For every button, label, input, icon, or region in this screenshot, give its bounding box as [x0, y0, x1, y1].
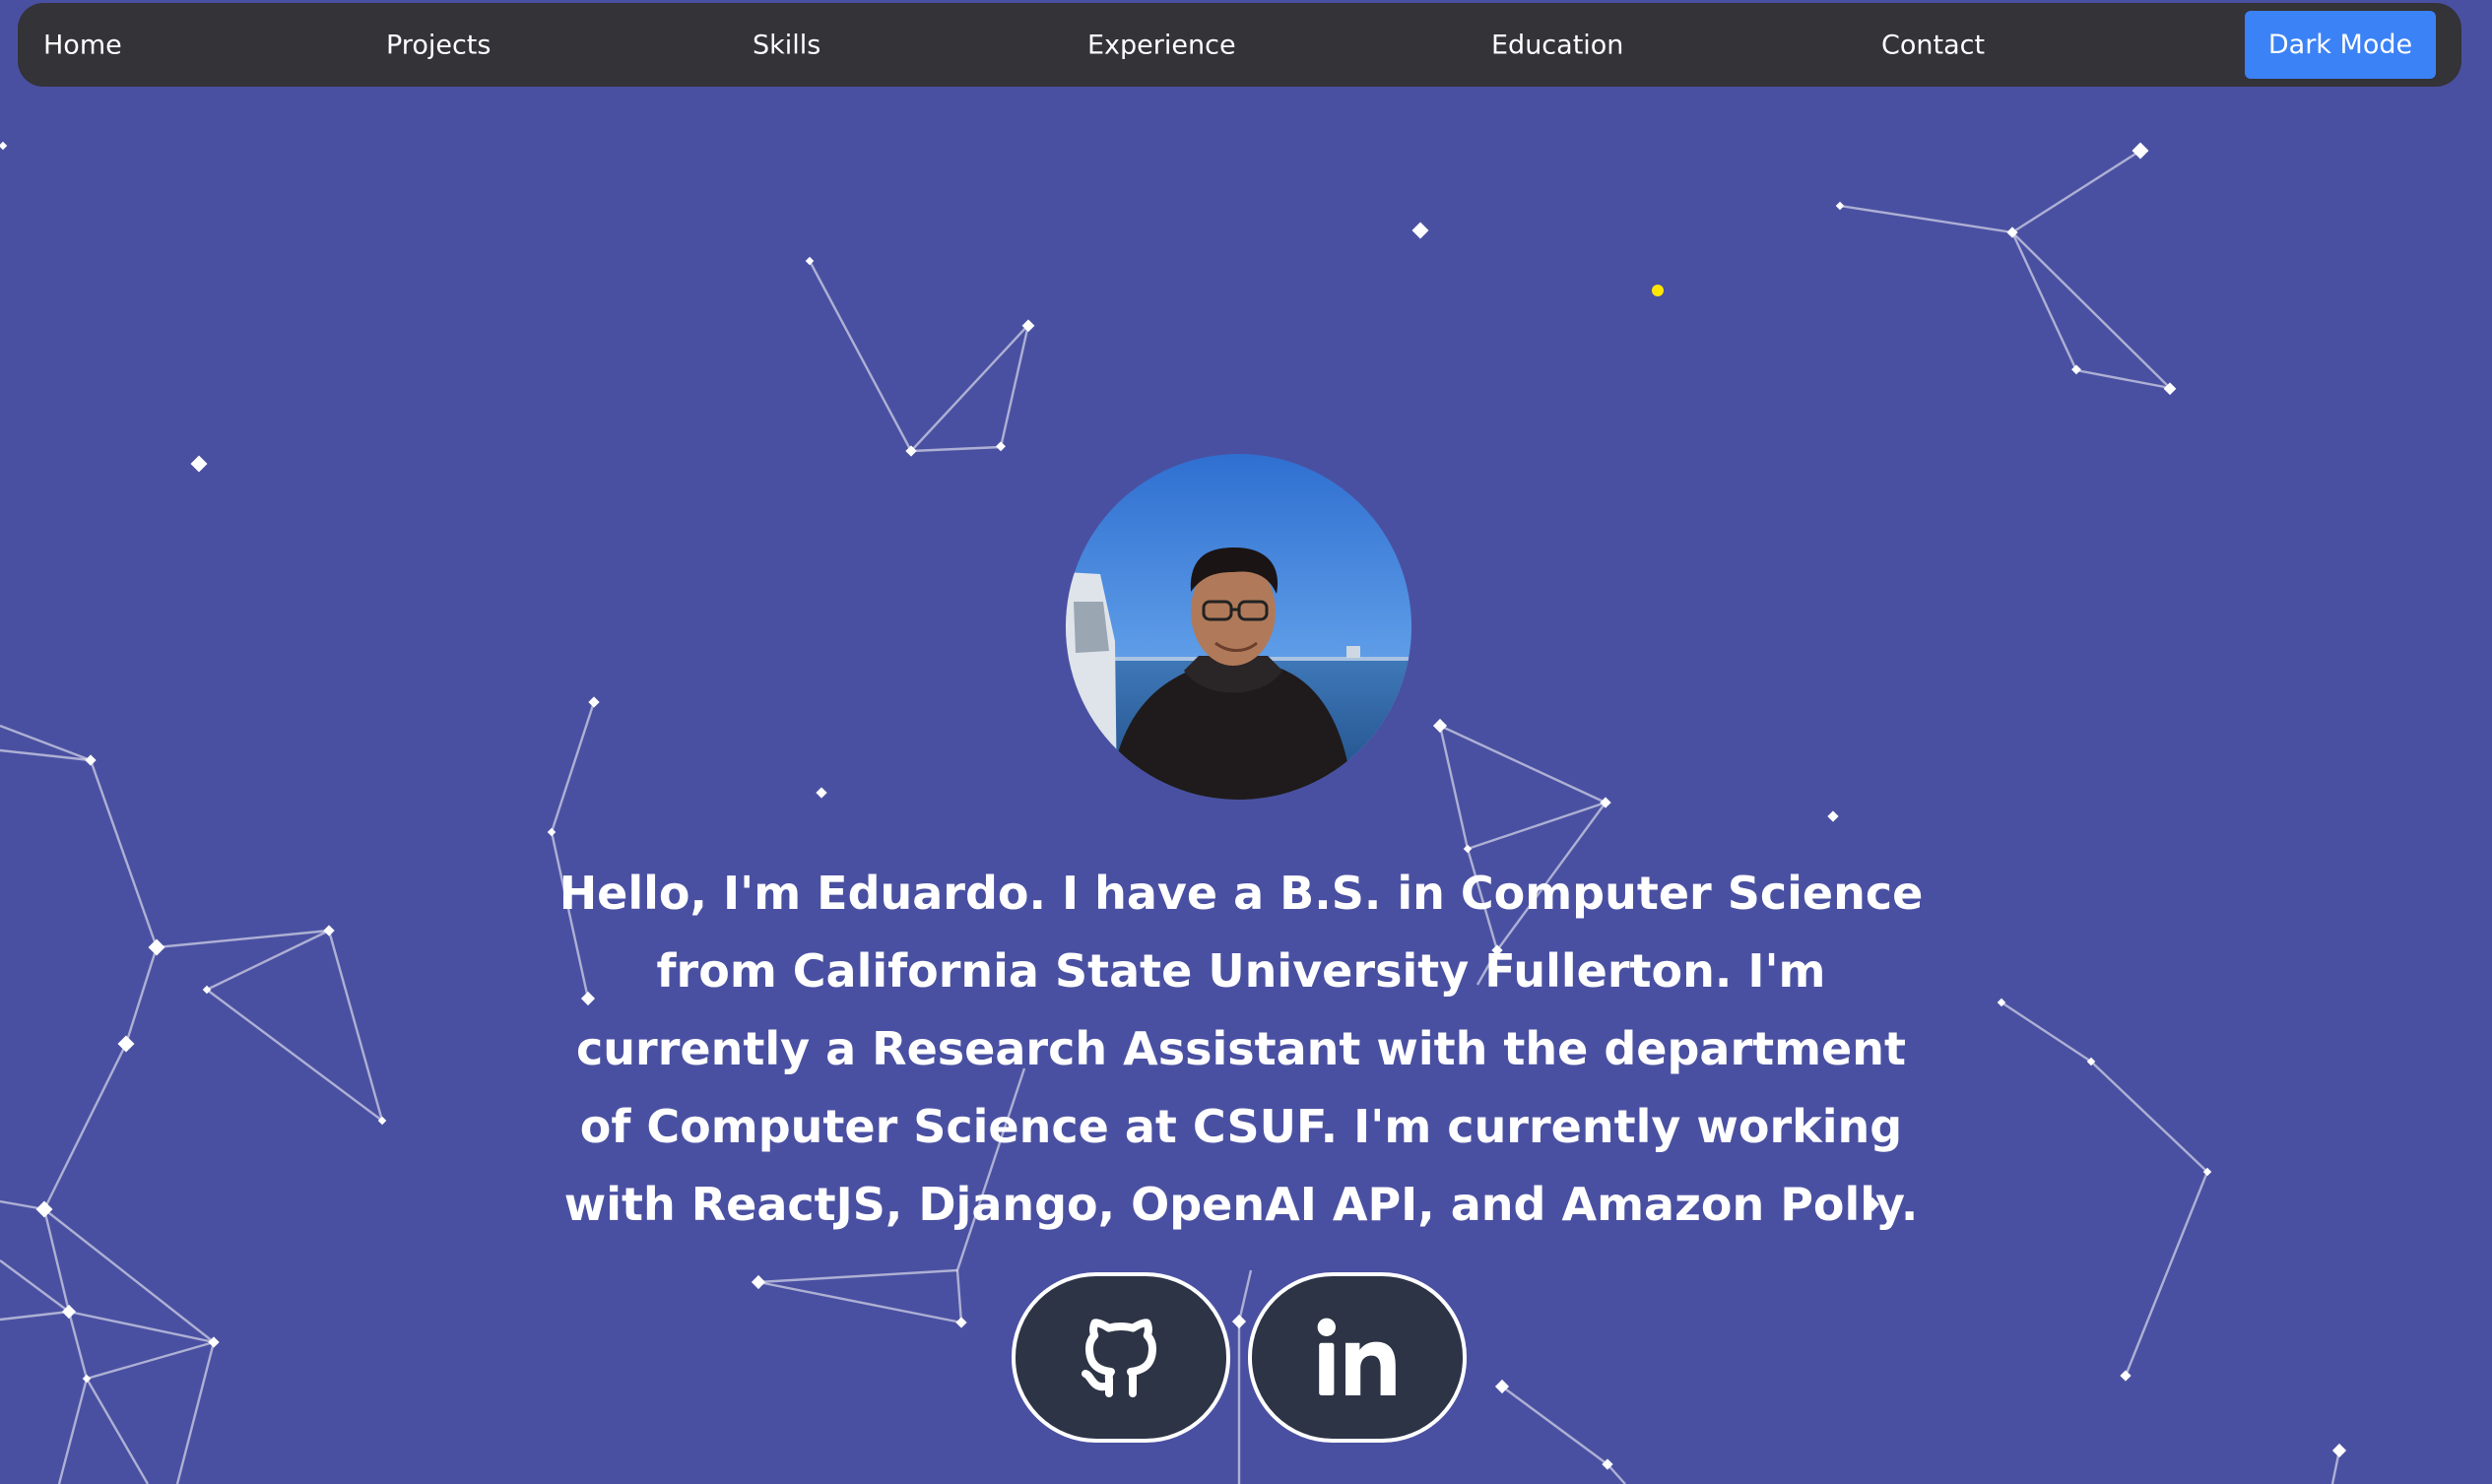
- nav-link-skills[interactable]: Skills: [753, 30, 820, 60]
- nav-link-home[interactable]: Home: [43, 30, 122, 60]
- github-icon: [1082, 1318, 1156, 1397]
- profile-photo-icon: [1066, 454, 1411, 800]
- dark-mode-button[interactable]: Dark Mode: [2245, 11, 2436, 79]
- nav-link-education[interactable]: Education: [1491, 30, 1623, 60]
- nav-link-projects[interactable]: Projects: [386, 30, 491, 60]
- linkedin-icon: [1317, 1318, 1396, 1395]
- intro-text: Hello, I'm Eduardo. I have a B.S. in Com…: [558, 867, 1924, 1231]
- linkedin-button[interactable]: [1248, 1272, 1467, 1443]
- github-button[interactable]: [1012, 1272, 1230, 1443]
- highlight-dot: [1652, 285, 1664, 296]
- navbar: Home Projects Skills Experience Educatio…: [18, 3, 2461, 87]
- avatar: [1066, 454, 1411, 800]
- nav-link-contact[interactable]: Contact: [1881, 30, 1985, 60]
- page: Home Projects Skills Experience Educatio…: [0, 0, 2492, 1484]
- nav-link-experience[interactable]: Experience: [1087, 30, 1236, 60]
